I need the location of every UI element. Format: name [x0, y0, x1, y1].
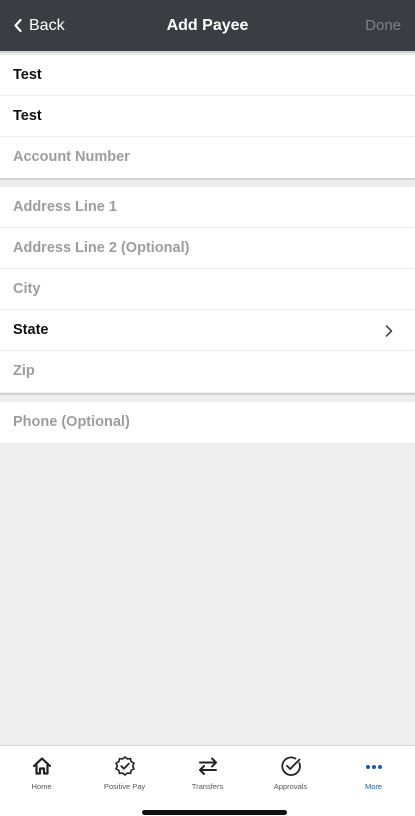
done-button[interactable]: Done	[365, 0, 401, 51]
tab-label: Positive Pay	[103, 782, 146, 791]
nav-bar: Back Add Payee Done	[0, 0, 415, 51]
chevron-left-icon	[14, 19, 22, 32]
chevron-right-icon	[385, 310, 393, 351]
payee-nickname-field[interactable]: Test	[0, 96, 415, 137]
tab-home[interactable]: Home	[0, 754, 83, 791]
state-selector[interactable]: State	[0, 310, 415, 351]
state-label: State	[13, 322, 49, 338]
payee-info-section: Test Test Account Number	[0, 55, 415, 178]
phone-section: Phone (Optional)	[0, 402, 415, 443]
transfer-arrows-icon	[166, 754, 249, 778]
badge-check-icon	[83, 754, 166, 778]
tab-label: Home	[31, 782, 52, 791]
zip-field[interactable]: Zip	[0, 351, 415, 392]
account-number-field[interactable]: Account Number	[0, 137, 415, 178]
tab-bar: Home Positive Pay Transfers Approvals Mo…	[0, 745, 415, 816]
home-indicator[interactable]	[142, 810, 287, 815]
address-line-1-field[interactable]: Address Line 1	[0, 187, 415, 228]
tab-label: Transfers	[191, 782, 224, 791]
address-section: Address Line 1 Address Line 2 (Optional)…	[0, 187, 415, 392]
phone-field[interactable]: Phone (Optional)	[0, 402, 415, 443]
tab-approvals[interactable]: Approvals	[249, 754, 332, 791]
address-line-2-field[interactable]: Address Line 2 (Optional)	[0, 228, 415, 269]
tab-label: More	[364, 782, 383, 791]
tab-label: Approvals	[273, 782, 308, 791]
check-circle-icon	[249, 754, 332, 778]
tab-positive-pay[interactable]: Positive Pay	[83, 754, 166, 791]
back-label: Back	[29, 16, 65, 34]
city-field[interactable]: City	[0, 269, 415, 310]
tab-more[interactable]: More	[332, 754, 415, 791]
payee-name-field[interactable]: Test	[0, 55, 415, 96]
home-icon	[0, 754, 83, 778]
back-button[interactable]: Back	[14, 0, 65, 51]
more-dots-icon	[332, 754, 415, 778]
tab-transfers[interactable]: Transfers	[166, 754, 249, 791]
